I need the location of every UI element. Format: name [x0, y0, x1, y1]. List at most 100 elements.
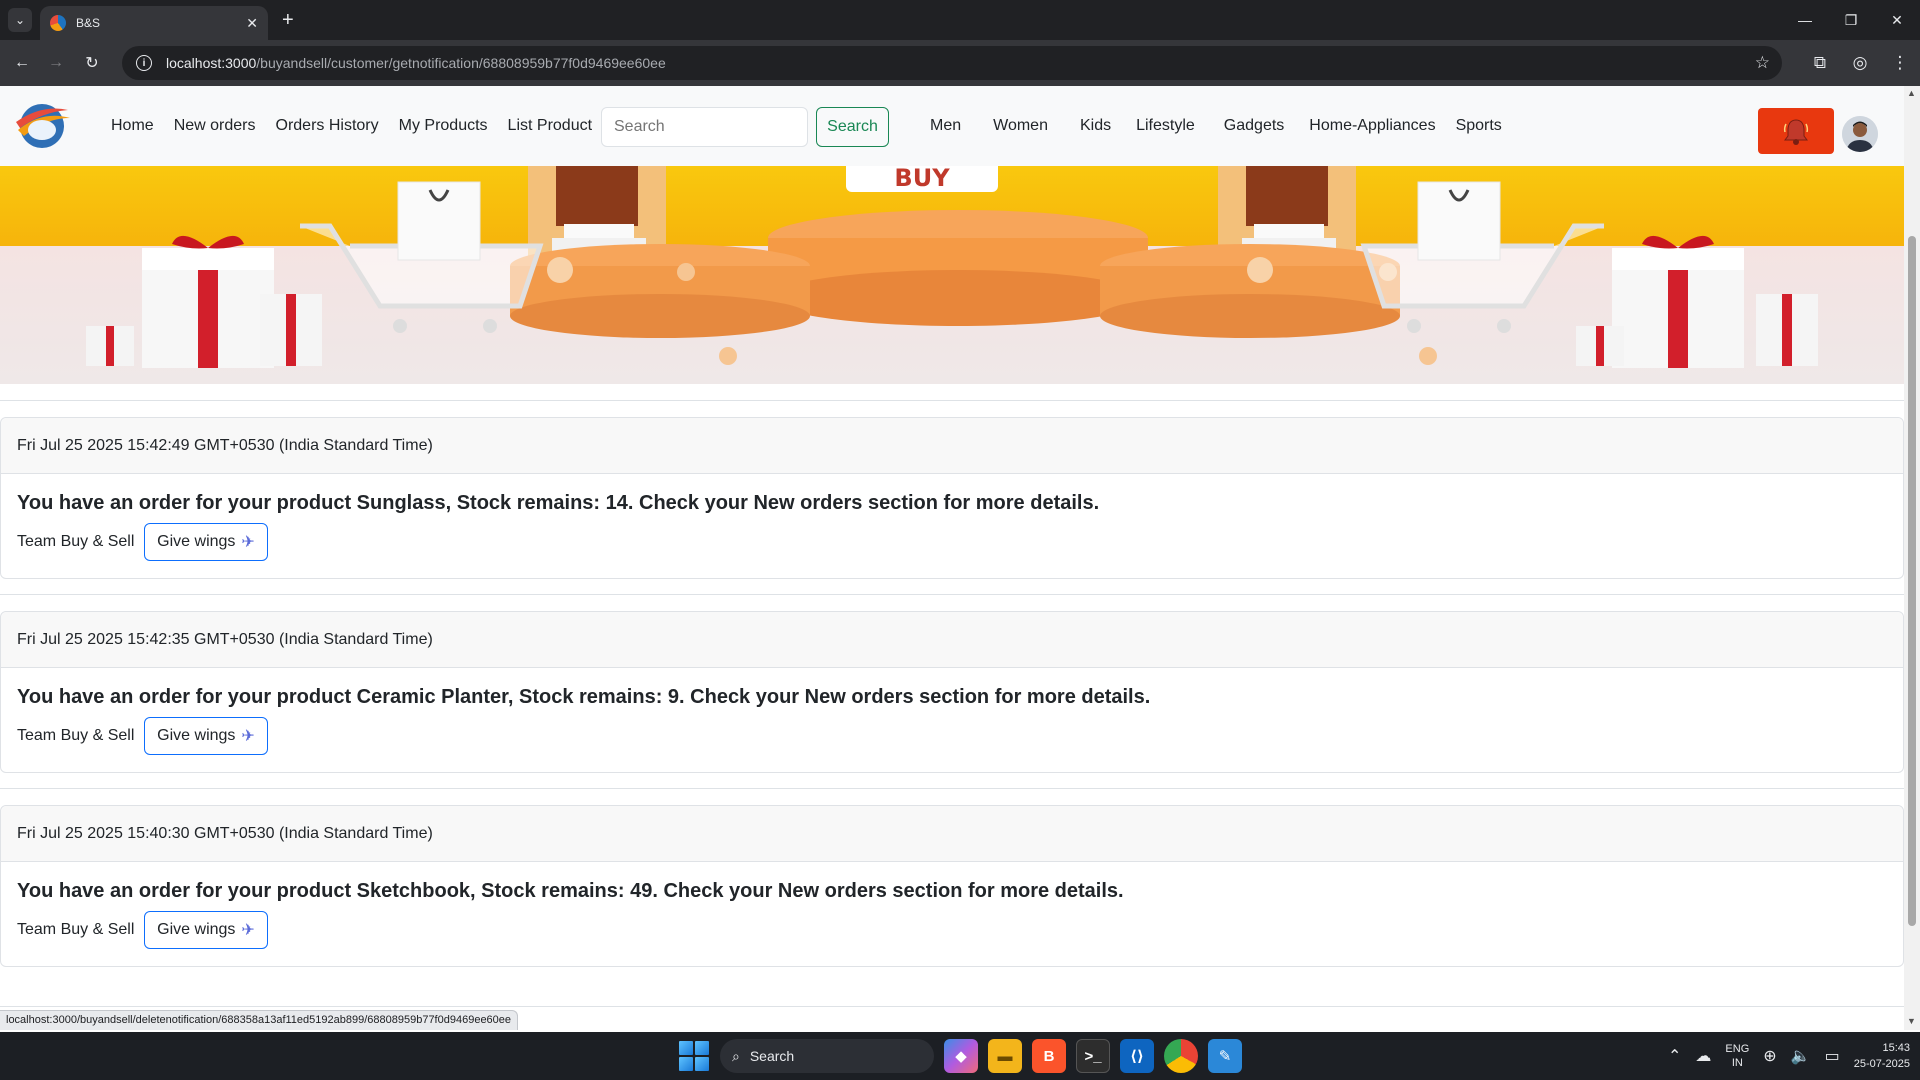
search-icon: ⌕ [732, 1047, 740, 1064]
windows-taskbar: ⌕ Search ◆ ▬ B >_ ⟨⟩ ✎ ⌃ ☁ ENG IN ⊕ 🔈 ▭ … [0, 1032, 1920, 1080]
tab-title: B&S [76, 16, 101, 30]
brave-browser-icon[interactable]: B [1032, 1039, 1066, 1073]
browser-tab-bar: ⌄ B&S ✕ + — ❐ ✕ [0, 0, 1920, 40]
notification-message: You have an order for your product Sketc… [17, 880, 1124, 902]
give-wings-label: Give wings [157, 727, 236, 744]
reload-icon[interactable]: ↻ [80, 51, 104, 75]
brand-logo-icon[interactable] [12, 100, 72, 152]
category-nav: Men Women Kids Lifestyle Gadgets Home-Ap… [930, 86, 1502, 166]
copilot-icon[interactable]: ◆ [944, 1039, 978, 1073]
back-icon[interactable]: ← [10, 51, 34, 75]
profile-icon[interactable]: ◎ [1840, 53, 1880, 73]
link-status-bubble: localhost:3000/buyandsell/deletenotifica… [0, 1010, 519, 1030]
notification-timestamp: Fri Jul 25 2025 15:42:49 GMT+0530 (India… [1, 418, 1903, 474]
restore-icon[interactable]: ❐ [1828, 0, 1874, 40]
notification-signature: Team Buy & Sell [17, 921, 135, 938]
tray-overflow-icon[interactable]: ⌃ [1668, 1046, 1681, 1066]
notification-signature: Team Buy & Sell [17, 533, 135, 550]
category-gadgets[interactable]: Gadgets [1224, 117, 1284, 135]
page-scrollbar[interactable]: ▲ ▼ [1904, 86, 1920, 1030]
close-tab-icon[interactable]: ✕ [246, 15, 258, 32]
airplane-icon: ✈ [241, 728, 255, 745]
nav-home[interactable]: Home [101, 117, 164, 135]
language-code: ENG [1725, 1043, 1750, 1055]
language-indicator[interactable]: ENG IN [1725, 1042, 1749, 1070]
category-kids[interactable]: Kids [1080, 117, 1111, 135]
nav-list-product[interactable]: List Product [498, 117, 602, 135]
favicon-icon [50, 15, 66, 31]
close-window-icon[interactable]: ✕ [1874, 0, 1920, 40]
notification-message: You have an order for your product Ceram… [17, 686, 1151, 708]
primary-nav: Home New orders Orders History My Produc… [101, 86, 602, 166]
bookmark-star-icon[interactable]: ☆ [1755, 53, 1770, 73]
banner-illustration [86, 166, 1818, 368]
give-wings-button[interactable]: Give wings ✈ [144, 717, 268, 755]
chrome-icon[interactable] [1164, 1039, 1198, 1073]
airplane-icon: ✈ [241, 922, 255, 939]
region-code: IN [1731, 1057, 1743, 1069]
search-input[interactable] [601, 107, 808, 147]
bell-icon [1783, 119, 1809, 145]
divider [0, 594, 1904, 595]
terminal-icon[interactable]: >_ [1076, 1039, 1110, 1073]
site-info-icon[interactable]: i [136, 55, 152, 71]
give-wings-label: Give wings [157, 533, 236, 550]
category-men[interactable]: Men [930, 117, 961, 135]
network-icon[interactable]: ⊕ [1763, 1046, 1776, 1066]
give-wings-button[interactable]: Give wings ✈ [144, 523, 268, 561]
user-avatar[interactable] [1842, 116, 1878, 152]
clock-date: 25-07-2025 [1853, 1058, 1910, 1070]
new-tab-icon[interactable]: + [282, 8, 294, 32]
category-sports[interactable]: Sports [1456, 117, 1502, 135]
vscode-icon[interactable]: ⟨⟩ [1120, 1039, 1154, 1073]
windows-start-icon[interactable] [678, 1040, 710, 1072]
browser-tab[interactable]: B&S ✕ [40, 6, 268, 40]
divider [0, 788, 1904, 789]
url-host: localhost:3000 [166, 55, 257, 71]
page-viewport: Home New orders Orders History My Produc… [0, 86, 1904, 1030]
url-path: /buyandsell/customer/getnotification/688… [256, 55, 666, 71]
nav-new-orders[interactable]: New orders [164, 117, 266, 135]
divider [0, 400, 1904, 401]
battery-icon[interactable]: ▭ [1825, 1046, 1840, 1066]
menu-kebab-icon[interactable]: ⋮ [1880, 53, 1920, 73]
search-button[interactable]: Search [816, 107, 889, 147]
clock-time: 15:43 [1882, 1042, 1910, 1054]
notification-timestamp: Fri Jul 25 2025 15:40:30 GMT+0530 (India… [1, 806, 1903, 862]
file-explorer-icon[interactable]: ▬ [988, 1039, 1022, 1073]
give-wings-button[interactable]: Give wings ✈ [144, 911, 268, 949]
nav-my-products[interactable]: My Products [389, 117, 498, 135]
notification-card: Fri Jul 25 2025 15:40:30 GMT+0530 (India… [0, 805, 1904, 967]
volume-icon[interactable]: 🔈 [1791, 1046, 1811, 1066]
app-installer-icon[interactable]: ✎ [1208, 1039, 1242, 1073]
notification-message: You have an order for your product Sungl… [17, 492, 1100, 514]
browser-toolbar: ← → ↻ i localhost:3000/buyandsell/custom… [0, 40, 1920, 86]
category-women[interactable]: Women [993, 117, 1048, 135]
taskbar-search[interactable]: ⌕ Search [720, 1039, 934, 1073]
avatar-icon [1842, 116, 1878, 152]
taskbar-search-label: Search [749, 1048, 795, 1064]
clock[interactable]: 15:43 25-07-2025 [1854, 1040, 1910, 1072]
category-home-appliances[interactable]: Home-Appliances [1309, 117, 1435, 135]
address-bar[interactable]: i localhost:3000/buyandsell/customer/get… [122, 46, 1782, 80]
tab-search-icon[interactable]: ⌄ [8, 8, 32, 32]
site-navbar: Home New orders Orders History My Produc… [0, 86, 1904, 166]
notification-card: Fri Jul 25 2025 15:42:35 GMT+0530 (India… [0, 611, 1904, 773]
nav-orders-history[interactable]: Orders History [266, 117, 389, 135]
minimize-icon[interactable]: — [1782, 0, 1828, 40]
notification-card: Fri Jul 25 2025 15:42:49 GMT+0530 (India… [0, 417, 1904, 579]
scrollbar-thumb[interactable] [1908, 236, 1916, 926]
airplane-icon: ✈ [241, 534, 255, 551]
category-lifestyle[interactable]: Lifestyle [1136, 117, 1195, 135]
give-wings-label: Give wings [157, 921, 236, 938]
notification-signature: Team Buy & Sell [17, 727, 135, 744]
notification-bell-button[interactable] [1758, 108, 1834, 154]
extensions-icon[interactable]: ⧉ [1800, 53, 1840, 73]
scroll-down-icon[interactable]: ▼ [1907, 1016, 1916, 1026]
divider [0, 1006, 1904, 1007]
notification-timestamp: Fri Jul 25 2025 15:42:35 GMT+0530 (India… [1, 612, 1903, 668]
scroll-up-icon[interactable]: ▲ [1907, 88, 1916, 98]
shop-banner: BUY [0, 166, 1904, 384]
onedrive-icon[interactable]: ☁ [1695, 1046, 1711, 1066]
forward-icon[interactable]: → [44, 51, 68, 75]
